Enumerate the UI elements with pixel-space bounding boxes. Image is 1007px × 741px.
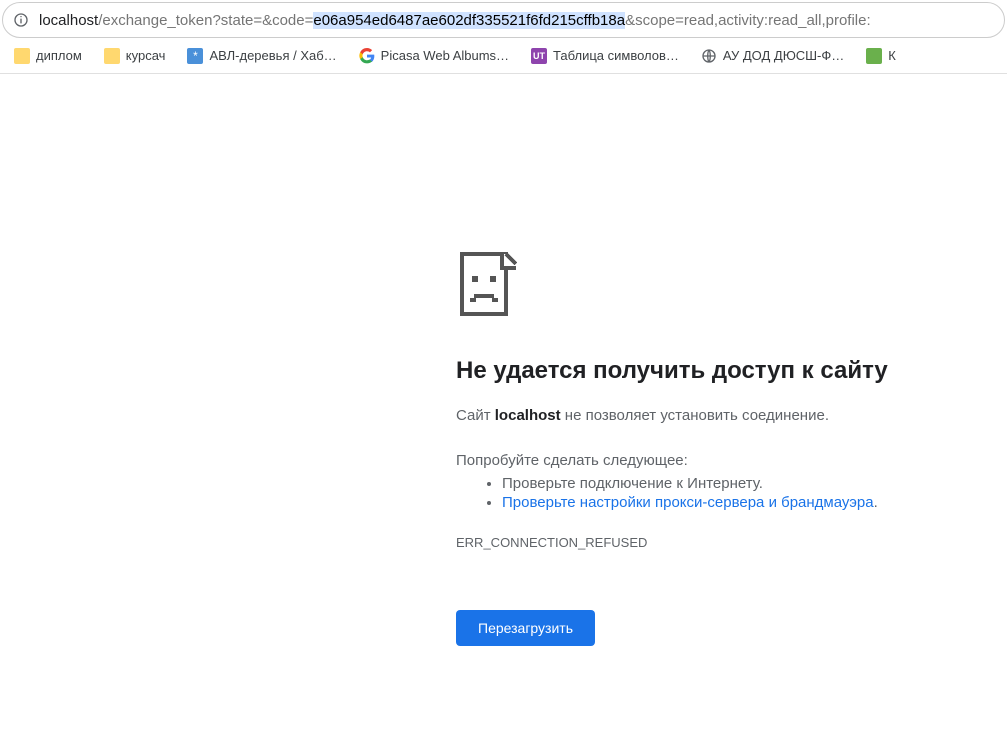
bookmark-label: Picasa Web Albums…	[381, 48, 509, 63]
bookmark-kursach[interactable]: курсач	[96, 44, 174, 68]
error-msg-prefix: Сайт	[456, 407, 495, 424]
suggestion-text: Проверьте подключение к Интернету.	[502, 475, 763, 492]
google-icon	[359, 48, 375, 64]
bookmark-k[interactable]: К	[858, 44, 904, 68]
error-msg-suffix: не позволяет установить соединение.	[561, 407, 829, 424]
address-bar[interactable]: localhost /exchange_token?state=&code= e…	[2, 2, 1005, 38]
url-rest: &scope=read,activity:read_all,profile:	[625, 12, 871, 29]
habr-icon: *	[187, 48, 203, 64]
reload-button[interactable]: Перезагрузить	[456, 610, 595, 646]
bookmark-picasa[interactable]: Picasa Web Albums…	[351, 44, 517, 68]
bookmark-label: диплом	[36, 48, 82, 63]
bookmark-diplom[interactable]: диплом	[6, 44, 90, 68]
green-icon	[866, 48, 882, 64]
bookmark-label: Таблица символов…	[553, 48, 679, 63]
list-item: Проверьте подключение к Интернету.	[502, 475, 976, 492]
bookmark-label: К	[888, 48, 896, 63]
bookmark-symbols[interactable]: UT Таблица символов…	[523, 44, 687, 68]
error-message: Сайт localhost не позволяет установить с…	[456, 407, 976, 424]
error-heading: Не удается получить доступ к сайту	[456, 357, 976, 385]
ut-icon: UT	[531, 48, 547, 64]
bookmark-label: АВЛ-деревья / Хаб…	[209, 48, 336, 63]
bookmarks-bar: диплом курсач * АВЛ-деревья / Хаб… Picas…	[0, 38, 1007, 74]
url-host: localhost	[39, 12, 98, 29]
info-icon	[13, 12, 29, 28]
bookmark-avl[interactable]: * АВЛ-деревья / Хаб…	[179, 44, 344, 68]
bookmark-label: курсач	[126, 48, 166, 63]
error-msg-host: localhost	[495, 407, 561, 424]
suggestions-title: Попробуйте сделать следующее:	[456, 452, 976, 469]
url-selection: e06a954ed6487ae602df335521f6fd215cffb18a	[313, 12, 625, 29]
bookmark-label: АУ ДОД ДЮСШ-Ф…	[723, 48, 844, 63]
proxy-settings-link[interactable]: Проверьте настройки прокси-сервера и бра…	[502, 494, 874, 511]
bookmark-dyussh[interactable]: АУ ДОД ДЮСШ-Ф…	[693, 44, 852, 68]
error-code: ERR_CONNECTION_REFUSED	[456, 535, 976, 550]
folder-icon	[14, 48, 30, 64]
error-page: Не удается получить доступ к сайту Сайт …	[456, 250, 976, 646]
folder-icon	[104, 48, 120, 64]
suggestions-list: Проверьте подключение к Интернету. Прове…	[456, 475, 976, 511]
list-item: Проверьте настройки прокси-сервера и бра…	[502, 494, 976, 511]
sad-page-icon	[456, 250, 528, 322]
url-path: /exchange_token?state=&code=	[98, 12, 313, 29]
suggestion-link-text: Проверьте настройки прокси-сервера и бра…	[502, 494, 874, 511]
globe-icon	[701, 48, 717, 64]
